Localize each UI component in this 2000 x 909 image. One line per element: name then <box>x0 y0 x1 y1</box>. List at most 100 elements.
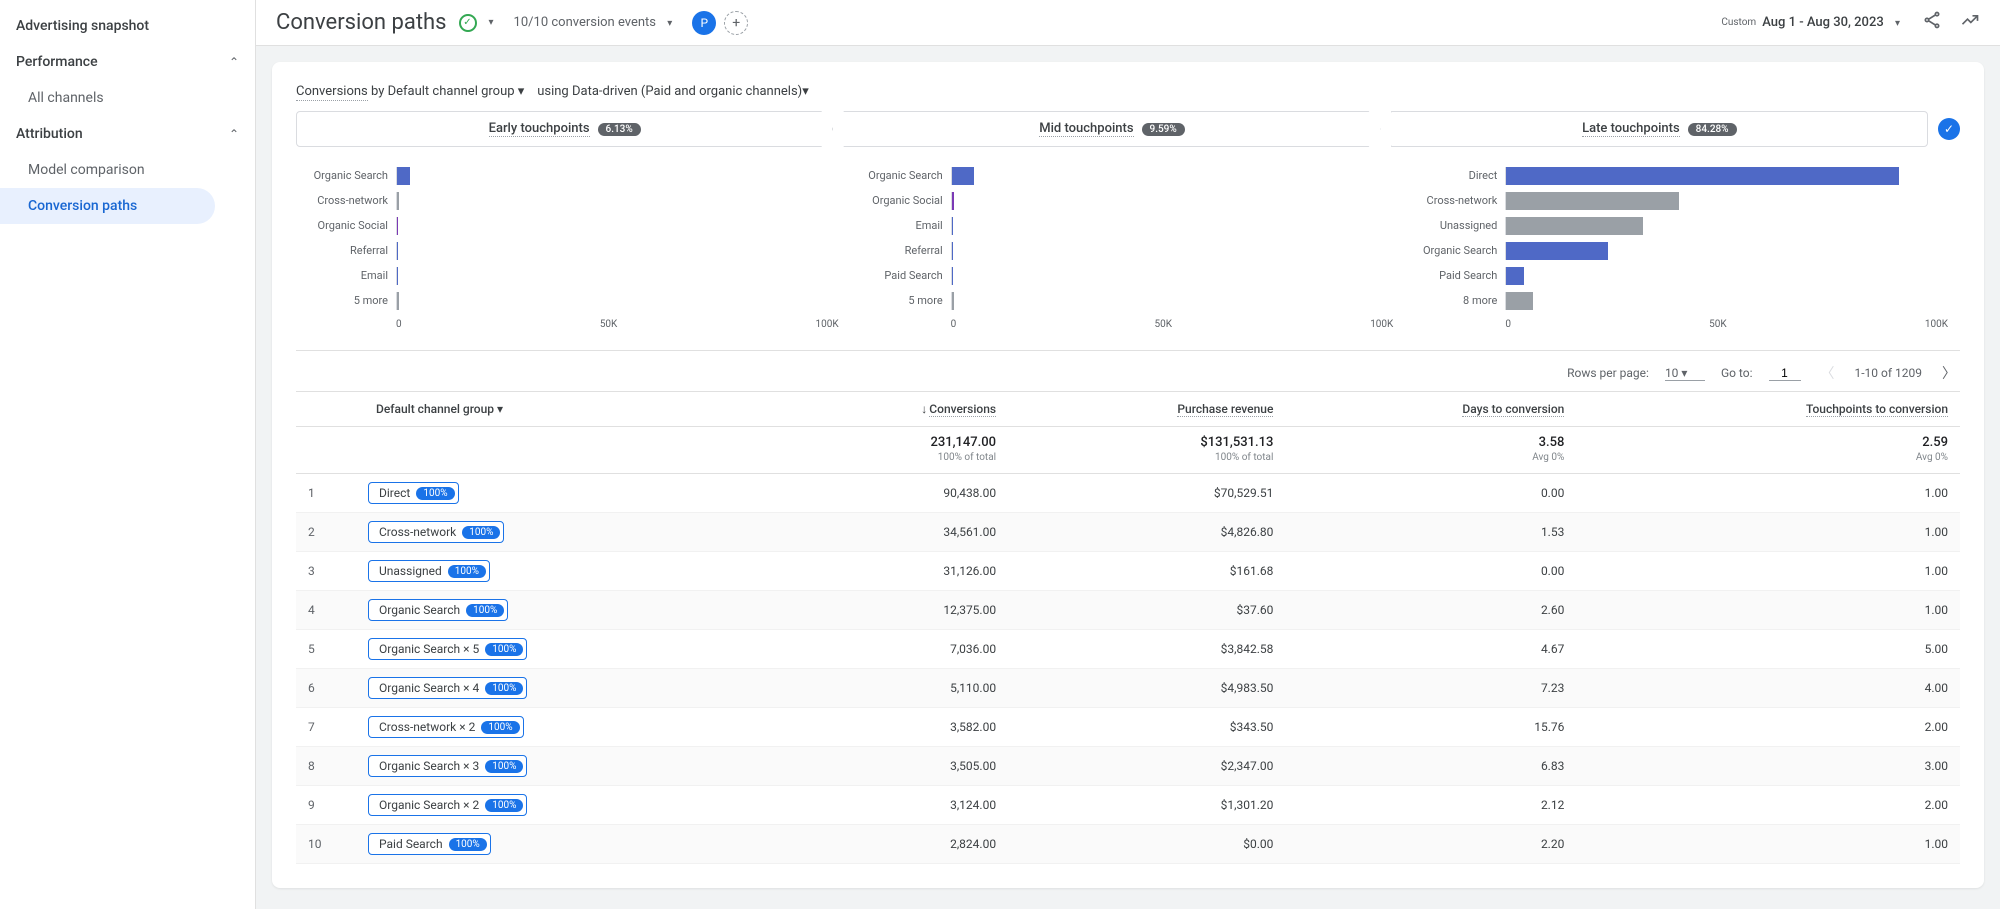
bar-label: Organic Search <box>1417 244 1505 257</box>
row-index: 5 <box>296 630 356 669</box>
col-days[interactable]: Days to conversion <box>1285 392 1576 427</box>
col-revenue[interactable]: Purchase revenue <box>1008 392 1285 427</box>
page-next-icon[interactable]: 〉 <box>1938 363 1960 383</box>
chevron-up-icon: ⌃ <box>229 127 239 141</box>
path-label: Organic Search × 3 <box>379 759 479 773</box>
model-dropdown[interactable]: Data-driven (Paid and organic channels)▾ <box>572 84 809 99</box>
row-path: Organic Search × 5100% <box>356 630 780 669</box>
row-index: 10 <box>296 825 356 864</box>
row-path: Paid Search100% <box>356 825 780 864</box>
row-index: 4 <box>296 591 356 630</box>
bar-label: Email <box>863 219 951 232</box>
table-row[interactable]: 2Cross-network100%34,561.00$4,826.801.53… <box>296 513 1960 552</box>
insights-icon[interactable] <box>1960 10 1980 35</box>
bar-track <box>396 292 839 310</box>
conversion-events-dropdown[interactable]: 10/10 conversion events ▾ <box>514 15 677 30</box>
touchpoint-late-chip[interactable]: Late touchpoints 84.28% <box>1391 111 1928 147</box>
row-conversions: 34,561.00 <box>780 513 1008 552</box>
touchpoint-mid-label: Mid touchpoints <box>1039 121 1133 137</box>
chart-panel: DirectCross-networkUnassignedOrganic Sea… <box>1405 155 1960 334</box>
bar-track <box>1505 267 1948 285</box>
bar-track <box>951 217 1394 235</box>
col-conversions[interactable]: ↓Conversions <box>780 392 1008 427</box>
goto-input[interactable] <box>1769 366 1801 381</box>
dimension-dropdown[interactable]: Default channel group ▾ <box>388 84 528 99</box>
row-path: Organic Search × 2100% <box>356 786 780 825</box>
path-label: Paid Search <box>379 837 443 851</box>
date-range-picker[interactable]: Aug 1 - Aug 30, 2023 ▾ <box>1762 15 1904 30</box>
path-chip: Cross-network × 2 100% <box>368 716 524 738</box>
row-conversions: 3,124.00 <box>780 786 1008 825</box>
row-revenue: $4,983.50 <box>1008 669 1285 708</box>
touchpoint-check-icon[interactable]: ✓ <box>1938 118 1960 140</box>
row-index: 6 <box>296 669 356 708</box>
bar-label: 5 more <box>863 294 951 307</box>
table-toolbar: Rows per page: 10 ▾ Go to: 〈 1-10 of 120… <box>296 351 1960 391</box>
bar-fill <box>952 192 954 210</box>
rows-per-page-label: Rows per page: <box>1567 366 1649 380</box>
row-days: 4.67 <box>1285 630 1576 669</box>
path-label: Cross-network <box>379 525 456 539</box>
axis-tick: 0 <box>1505 319 1511 330</box>
row-path: Cross-network100% <box>356 513 780 552</box>
table-row[interactable]: 3Unassigned100%31,126.00$161.680.001.00 <box>296 552 1960 591</box>
sidebar-item-model-comparison[interactable]: Model comparison <box>0 152 215 188</box>
path-label: Cross-network × 2 <box>379 720 475 734</box>
bar-label: 5 more <box>308 294 396 307</box>
path-chip: Organic Search × 5100% <box>368 638 527 660</box>
path-pct-badge: 100% <box>481 721 519 734</box>
title-dropdown-icon[interactable]: ▾ <box>485 13 498 32</box>
bar-label: Organic Social <box>863 194 951 207</box>
conversion-events-label: 10/10 conversion events <box>514 15 656 30</box>
metric-dropdown[interactable]: Conversions <box>296 84 368 101</box>
table-row[interactable]: 8Organic Search × 3100%3,505.00$2,347.00… <box>296 747 1960 786</box>
bar-fill <box>952 217 954 235</box>
add-comparison-button[interactable]: + <box>724 11 748 35</box>
row-path: Unassigned100% <box>356 552 780 591</box>
table-row[interactable]: 5Organic Search × 5100%7,036.00$3,842.58… <box>296 630 1960 669</box>
dimension-column-dropdown[interactable]: Default channel group ▾ <box>376 402 503 416</box>
charts-row: Organic SearchCross-networkOrganic Socia… <box>296 155 1960 351</box>
table-row[interactable]: 1Direct100%90,438.00$70,529.510.001.00 <box>296 474 1960 513</box>
bar-track <box>951 292 1394 310</box>
bar-track <box>1505 242 1948 260</box>
axis-tick: 100K <box>1925 319 1948 330</box>
path-label: Organic Search × 4 <box>379 681 479 695</box>
chart-panel: Organic SearchOrganic SocialEmailReferra… <box>851 155 1406 334</box>
row-days: 6.83 <box>1285 747 1576 786</box>
table-row[interactable]: 10Paid Search100%2,824.00$0.002.201.00 <box>296 825 1960 864</box>
share-icon[interactable] <box>1922 10 1942 35</box>
sidebar-attribution-label: Attribution <box>16 126 83 142</box>
sidebar-item-all-channels[interactable]: All channels <box>0 80 215 116</box>
sidebar-attribution-header[interactable]: Attribution ⌃ <box>0 116 255 152</box>
sidebar-snapshot-header[interactable]: Advertising snapshot <box>0 8 255 44</box>
table-row[interactable]: 9Organic Search × 2100%3,124.00$1,301.20… <box>296 786 1960 825</box>
bar-label: Organic Social <box>308 219 396 232</box>
sidebar-performance-header[interactable]: Performance ⌃ <box>0 44 255 80</box>
table-header-row: Default channel group ▾ ↓Conversions Pur… <box>296 392 1960 427</box>
table-row[interactable]: 6Organic Search × 4100%5,110.00$4,983.50… <box>296 669 1960 708</box>
status-check-icon[interactable]: ✓ <box>459 14 477 32</box>
col-touchpoints[interactable]: Touchpoints to conversion <box>1576 392 1960 427</box>
row-revenue: $1,301.20 <box>1008 786 1285 825</box>
total-conversions: 231,147.00 <box>930 435 996 450</box>
row-revenue: $37.60 <box>1008 591 1285 630</box>
row-path: Organic Search × 3100% <box>356 747 780 786</box>
table-row[interactable]: 4Organic Search100%12,375.00$37.602.601.… <box>296 591 1960 630</box>
row-tp: 5.00 <box>1576 630 1960 669</box>
rows-per-page-select[interactable]: 10 ▾ <box>1665 366 1705 381</box>
date-range-text: Aug 1 - Aug 30, 2023 <box>1762 15 1884 30</box>
user-avatar[interactable]: P <box>692 11 716 35</box>
page-prev-icon[interactable]: 〈 <box>1817 363 1839 383</box>
bar-fill <box>397 292 399 310</box>
bar-label: Organic Search <box>863 169 951 182</box>
touchpoint-early-chip[interactable]: Early touchpoints 6.13% <box>296 111 833 147</box>
touchpoint-mid-pct: 9.59% <box>1142 123 1185 136</box>
sidebar-item-conversion-paths[interactable]: Conversion paths <box>0 188 215 224</box>
bar-row: Paid Search <box>863 263 1394 288</box>
bar-fill <box>952 242 953 260</box>
touchpoint-mid-chip[interactable]: Mid touchpoints 9.59% <box>843 111 1380 147</box>
table-row[interactable]: 7Cross-network × 2100%3,582.00$343.5015.… <box>296 708 1960 747</box>
chart-axis: 050K100K <box>308 319 839 330</box>
bar-label: Organic Search <box>308 169 396 182</box>
